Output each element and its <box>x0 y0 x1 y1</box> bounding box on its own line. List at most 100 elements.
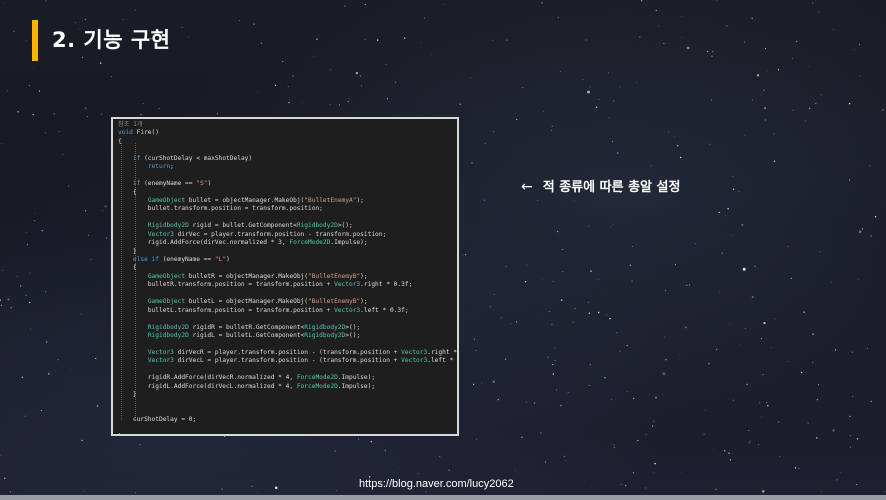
star <box>749 442 750 444</box>
star <box>650 165 652 167</box>
code-token: GameObject <box>147 196 186 204</box>
star <box>510 323 512 325</box>
code-screenshot: 참조 1개 void Fire(){ if (curShotDelay < max… <box>111 117 459 436</box>
star <box>612 140 613 142</box>
star <box>726 25 728 27</box>
star <box>541 2 543 4</box>
star <box>81 56 84 58</box>
code-line: Rigidbody2D rigidL = bulletL.GetComponen… <box>118 331 457 340</box>
code-token: .right * 0.3f); <box>427 348 458 356</box>
code-line: rigid.AddForce(dirVec.normalized * 3, Fo… <box>118 239 457 247</box>
code-token: dirVecL = player.transform.position - (t… <box>173 357 402 365</box>
star <box>6 90 8 92</box>
code-line: bulletL.transform.position = transform.p… <box>118 306 457 315</box>
star <box>274 84 277 87</box>
code-token: Rigidbody2D <box>147 331 189 339</box>
code-line: Vector3 dirVecL = player.transform.posit… <box>118 357 457 365</box>
star <box>811 361 814 364</box>
star <box>376 39 379 41</box>
star <box>29 272 31 274</box>
star <box>832 429 835 432</box>
star <box>662 372 666 376</box>
star <box>26 40 27 41</box>
code-token: else if <box>132 256 159 263</box>
star <box>874 216 877 218</box>
code-token: .Impulse); <box>337 374 376 382</box>
star <box>686 46 690 50</box>
star <box>181 27 183 28</box>
star <box>832 28 834 30</box>
star <box>45 0 47 2</box>
star <box>812 2 814 4</box>
star <box>613 446 615 448</box>
star <box>625 484 627 487</box>
star <box>744 135 745 137</box>
star <box>347 100 349 103</box>
star <box>790 277 792 279</box>
star <box>848 102 851 105</box>
code-token: rigidL.AddForce(dirVecL.normalized * 4, <box>118 382 297 390</box>
star <box>637 439 639 442</box>
star <box>853 49 855 51</box>
code-token: .left * 0.3f; <box>360 306 409 314</box>
star <box>640 0 643 2</box>
star <box>26 244 28 246</box>
code-token: (enemyName == <box>158 256 215 263</box>
star <box>473 338 475 340</box>
star <box>597 311 600 314</box>
star <box>4 477 6 479</box>
star <box>505 266 507 267</box>
star <box>142 102 144 104</box>
star <box>613 100 615 102</box>
code-line: GameObject bullet = objectManager.MakeOb… <box>118 196 457 205</box>
star <box>459 103 461 105</box>
code-line: void Fire() <box>118 129 457 137</box>
star <box>385 63 387 65</box>
star <box>483 199 485 201</box>
star <box>645 434 647 435</box>
star <box>836 479 838 481</box>
star <box>562 249 564 250</box>
star <box>767 70 769 72</box>
code-token: } <box>118 433 122 434</box>
star <box>329 104 331 105</box>
code-token: "S" <box>196 180 208 188</box>
star <box>816 399 818 401</box>
star <box>524 281 527 283</box>
code-token: { <box>118 137 122 145</box>
star <box>763 89 765 91</box>
star <box>104 205 107 208</box>
star <box>134 9 136 11</box>
code-token: ); <box>360 298 368 306</box>
code-line: curShotDelay = 0; <box>118 416 457 424</box>
star <box>68 185 70 187</box>
star <box>28 84 31 87</box>
star <box>590 270 592 272</box>
star <box>689 284 690 286</box>
star <box>122 19 124 20</box>
code-line: Rigidbody2D rigid = bullet.GetComponent<… <box>118 222 457 230</box>
code-token: >(); <box>345 331 361 339</box>
code-token: "BulletEnemyA" <box>304 196 357 204</box>
star <box>555 389 558 391</box>
star <box>289 99 290 101</box>
star <box>763 322 766 325</box>
star <box>731 234 733 236</box>
star <box>664 336 666 338</box>
code-line: GameObject bulletL = objectManager.MakeO… <box>118 298 457 306</box>
star <box>611 398 612 400</box>
star <box>703 433 705 436</box>
code-token: Vector3 <box>147 230 174 238</box>
star <box>540 432 542 434</box>
star <box>766 402 768 404</box>
star <box>819 251 821 253</box>
star <box>681 16 682 17</box>
star <box>857 279 859 281</box>
star <box>655 9 657 11</box>
star <box>619 86 621 88</box>
star <box>497 399 499 401</box>
